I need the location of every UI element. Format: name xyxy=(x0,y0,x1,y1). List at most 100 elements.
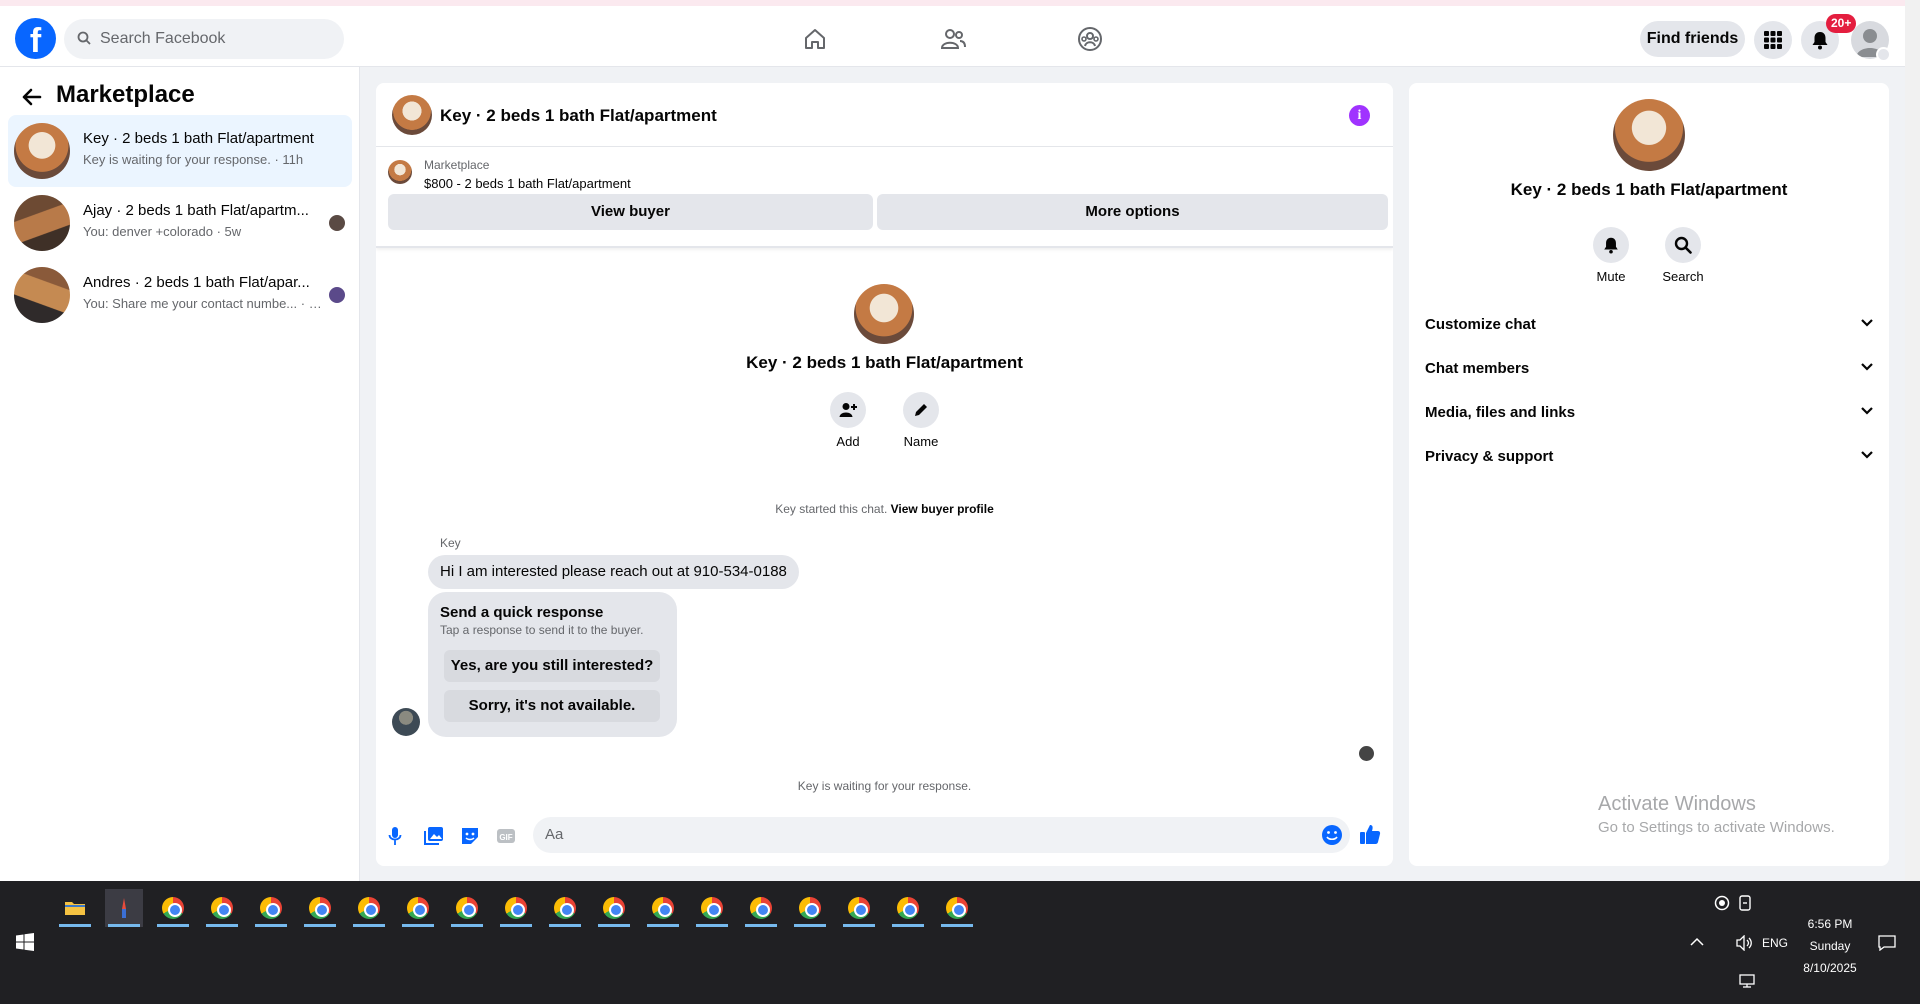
chat-avatar[interactable] xyxy=(392,95,432,135)
chrome-taskbar-icon[interactable] xyxy=(497,889,535,927)
page-scrollbar[interactable] xyxy=(1905,0,1920,881)
friends-icon[interactable] xyxy=(939,26,967,52)
message-placeholder: Aa xyxy=(545,826,564,843)
conversation-item[interactable]: Andres · 2 beds 1 bath Flat/apar... You:… xyxy=(8,259,352,331)
chrome-taskbar-icon[interactable] xyxy=(644,889,682,927)
chevron-down-icon xyxy=(1861,363,1873,371)
media-files-links-section[interactable]: Media, files and links xyxy=(1425,391,1873,435)
chat-started-notice: Key started this chat. View buyer profil… xyxy=(376,502,1393,516)
gif-icon[interactable]: GIF xyxy=(496,826,516,846)
photo-icon[interactable] xyxy=(424,826,444,846)
chrome-taskbar-icon[interactable] xyxy=(840,889,878,927)
message-input[interactable]: Aa xyxy=(533,817,1350,853)
search-box[interactable]: Search Facebook xyxy=(64,19,344,59)
section-label: Media, files and links xyxy=(1425,404,1576,421)
conversation-preview: You: Share me your contact numbe... · 6w xyxy=(83,296,323,311)
chrome-taskbar-icon[interactable] xyxy=(154,889,192,927)
chrome-taskbar-icon[interactable] xyxy=(693,889,731,927)
chrome-taskbar-icon[interactable] xyxy=(889,889,927,927)
device-icon[interactable] xyxy=(1738,895,1752,911)
chrome-taskbar-icon[interactable] xyxy=(546,889,584,927)
privacy-support-section[interactable]: Privacy & support xyxy=(1425,435,1873,479)
pencil-icon xyxy=(915,404,927,416)
microphone-icon[interactable] xyxy=(388,826,402,846)
conversation-item[interactable]: Ajay · 2 beds 1 bath Flat/apartm... You:… xyxy=(8,187,352,259)
system-clock[interactable]: 6:56 PM Sunday 8/10/2025 xyxy=(1790,913,1870,979)
find-friends-button[interactable]: Find friends xyxy=(1640,21,1745,57)
top-navbar: f Search Facebook Find friends 20+ xyxy=(0,6,1905,67)
chat-details-panel: Key · 2 beds 1 bath Flat/apartment Mute … xyxy=(1409,83,1889,866)
back-arrow-icon[interactable] xyxy=(22,88,42,106)
view-buyer-button[interactable]: View buyer xyxy=(388,194,873,230)
chrome-taskbar-icon[interactable] xyxy=(791,889,829,927)
conversation-item[interactable]: Key · 2 beds 1 bath Flat/apartment Key i… xyxy=(8,115,352,187)
search-in-chat-button[interactable]: Search xyxy=(1648,227,1718,284)
svg-text:GIF: GIF xyxy=(499,833,512,842)
conversation-title: Andres · 2 beds 1 bath Flat/apar... xyxy=(83,274,310,291)
quick-response-title: Send a quick response xyxy=(440,604,604,621)
listing-price-title[interactable]: $800 - 2 beds 1 bath Flat/apartment xyxy=(424,176,631,191)
file-explorer-taskbar-icon[interactable] xyxy=(56,889,94,927)
menu-button[interactable] xyxy=(1754,21,1792,59)
quick-response-card: Send a quick response Tap a response to … xyxy=(428,592,677,737)
chrome-taskbar-icon[interactable] xyxy=(252,889,290,927)
chrome-taskbar-icon[interactable] xyxy=(742,889,780,927)
seen-avatar xyxy=(329,215,345,231)
chat-title[interactable]: Key · 2 beds 1 bath Flat/apartment xyxy=(440,106,717,126)
chat-profile-avatar xyxy=(854,284,914,344)
listing-bar: Marketplace $800 - 2 beds 1 bath Flat/ap… xyxy=(376,147,1393,248)
name-label: Name xyxy=(903,434,939,449)
mute-button[interactable]: Mute xyxy=(1576,227,1646,284)
bell-icon xyxy=(1812,32,1828,50)
listing-thumbnail xyxy=(14,123,70,179)
name-button[interactable]: Name xyxy=(886,392,956,449)
like-icon[interactable] xyxy=(1359,823,1381,845)
chevron-down-icon xyxy=(1861,319,1873,327)
windows-start-icon[interactable] xyxy=(16,933,34,951)
chrome-taskbar-icon[interactable] xyxy=(301,889,339,927)
chat-panel: Key · 2 beds 1 bath Flat/apartment i Mar… xyxy=(376,83,1393,866)
message-bubble: Hi I am interested please reach out at 9… xyxy=(428,555,799,589)
more-options-button[interactable]: More options xyxy=(877,194,1388,230)
chrome-taskbar-icon[interactable] xyxy=(938,889,976,927)
emoji-icon[interactable] xyxy=(1321,824,1343,846)
chrome-taskbar-icon[interactable] xyxy=(448,889,486,927)
quick-response-subtitle: Tap a response to send it to the buyer. xyxy=(440,623,644,637)
search-label: Search xyxy=(1662,269,1704,284)
sender-avatar xyxy=(392,708,420,736)
watermark-subtitle: Go to Settings to activate Windows. xyxy=(1598,819,1835,836)
quick-response-option[interactable]: Sorry, it's not available. xyxy=(444,690,660,722)
account-chevron-icon[interactable] xyxy=(1876,47,1891,62)
chat-members-section[interactable]: Chat members xyxy=(1425,347,1873,391)
add-person-icon xyxy=(839,403,857,417)
chevron-down-icon xyxy=(1861,451,1873,459)
chrome-taskbar-icon[interactable] xyxy=(399,889,437,927)
network-icon[interactable] xyxy=(1738,974,1756,988)
add-button[interactable]: Add xyxy=(813,392,883,449)
quick-response-option[interactable]: Yes, are you still interested? xyxy=(444,650,660,682)
groups-icon[interactable] xyxy=(1077,26,1103,52)
bell-icon xyxy=(1604,237,1618,254)
record-icon[interactable] xyxy=(1714,895,1730,911)
watermark-title: Activate Windows xyxy=(1598,793,1756,815)
chrome-taskbar-icon[interactable] xyxy=(203,889,241,927)
view-buyer-profile-link[interactable]: View buyer profile xyxy=(891,502,994,516)
add-label: Add xyxy=(836,434,860,449)
language-indicator[interactable]: ENG xyxy=(1762,936,1788,950)
app-taskbar-icon[interactable] xyxy=(105,889,143,927)
waiting-notice: Key is waiting for your response. xyxy=(797,779,972,793)
customize-chat-section[interactable]: Customize chat xyxy=(1425,303,1873,347)
chrome-taskbar-icon[interactable] xyxy=(350,889,388,927)
search-input[interactable]: Search Facebook xyxy=(100,30,225,48)
volume-icon[interactable] xyxy=(1736,935,1754,951)
message-composer: GIF Aa xyxy=(376,812,1393,866)
sticker-icon[interactable] xyxy=(460,826,480,846)
conversation-title: Key · 2 beds 1 bath Flat/apartment xyxy=(83,130,314,147)
notification-center-icon[interactable] xyxy=(1878,935,1896,951)
facebook-logo[interactable]: f xyxy=(15,18,56,59)
home-icon[interactable] xyxy=(802,26,828,52)
chrome-taskbar-icon[interactable] xyxy=(595,889,633,927)
info-icon[interactable]: i xyxy=(1349,105,1370,126)
marketplace-inbox-panel: Marketplace Key · 2 beds 1 bath Flat/apa… xyxy=(0,67,360,881)
chevron-up-icon[interactable] xyxy=(1690,937,1704,947)
